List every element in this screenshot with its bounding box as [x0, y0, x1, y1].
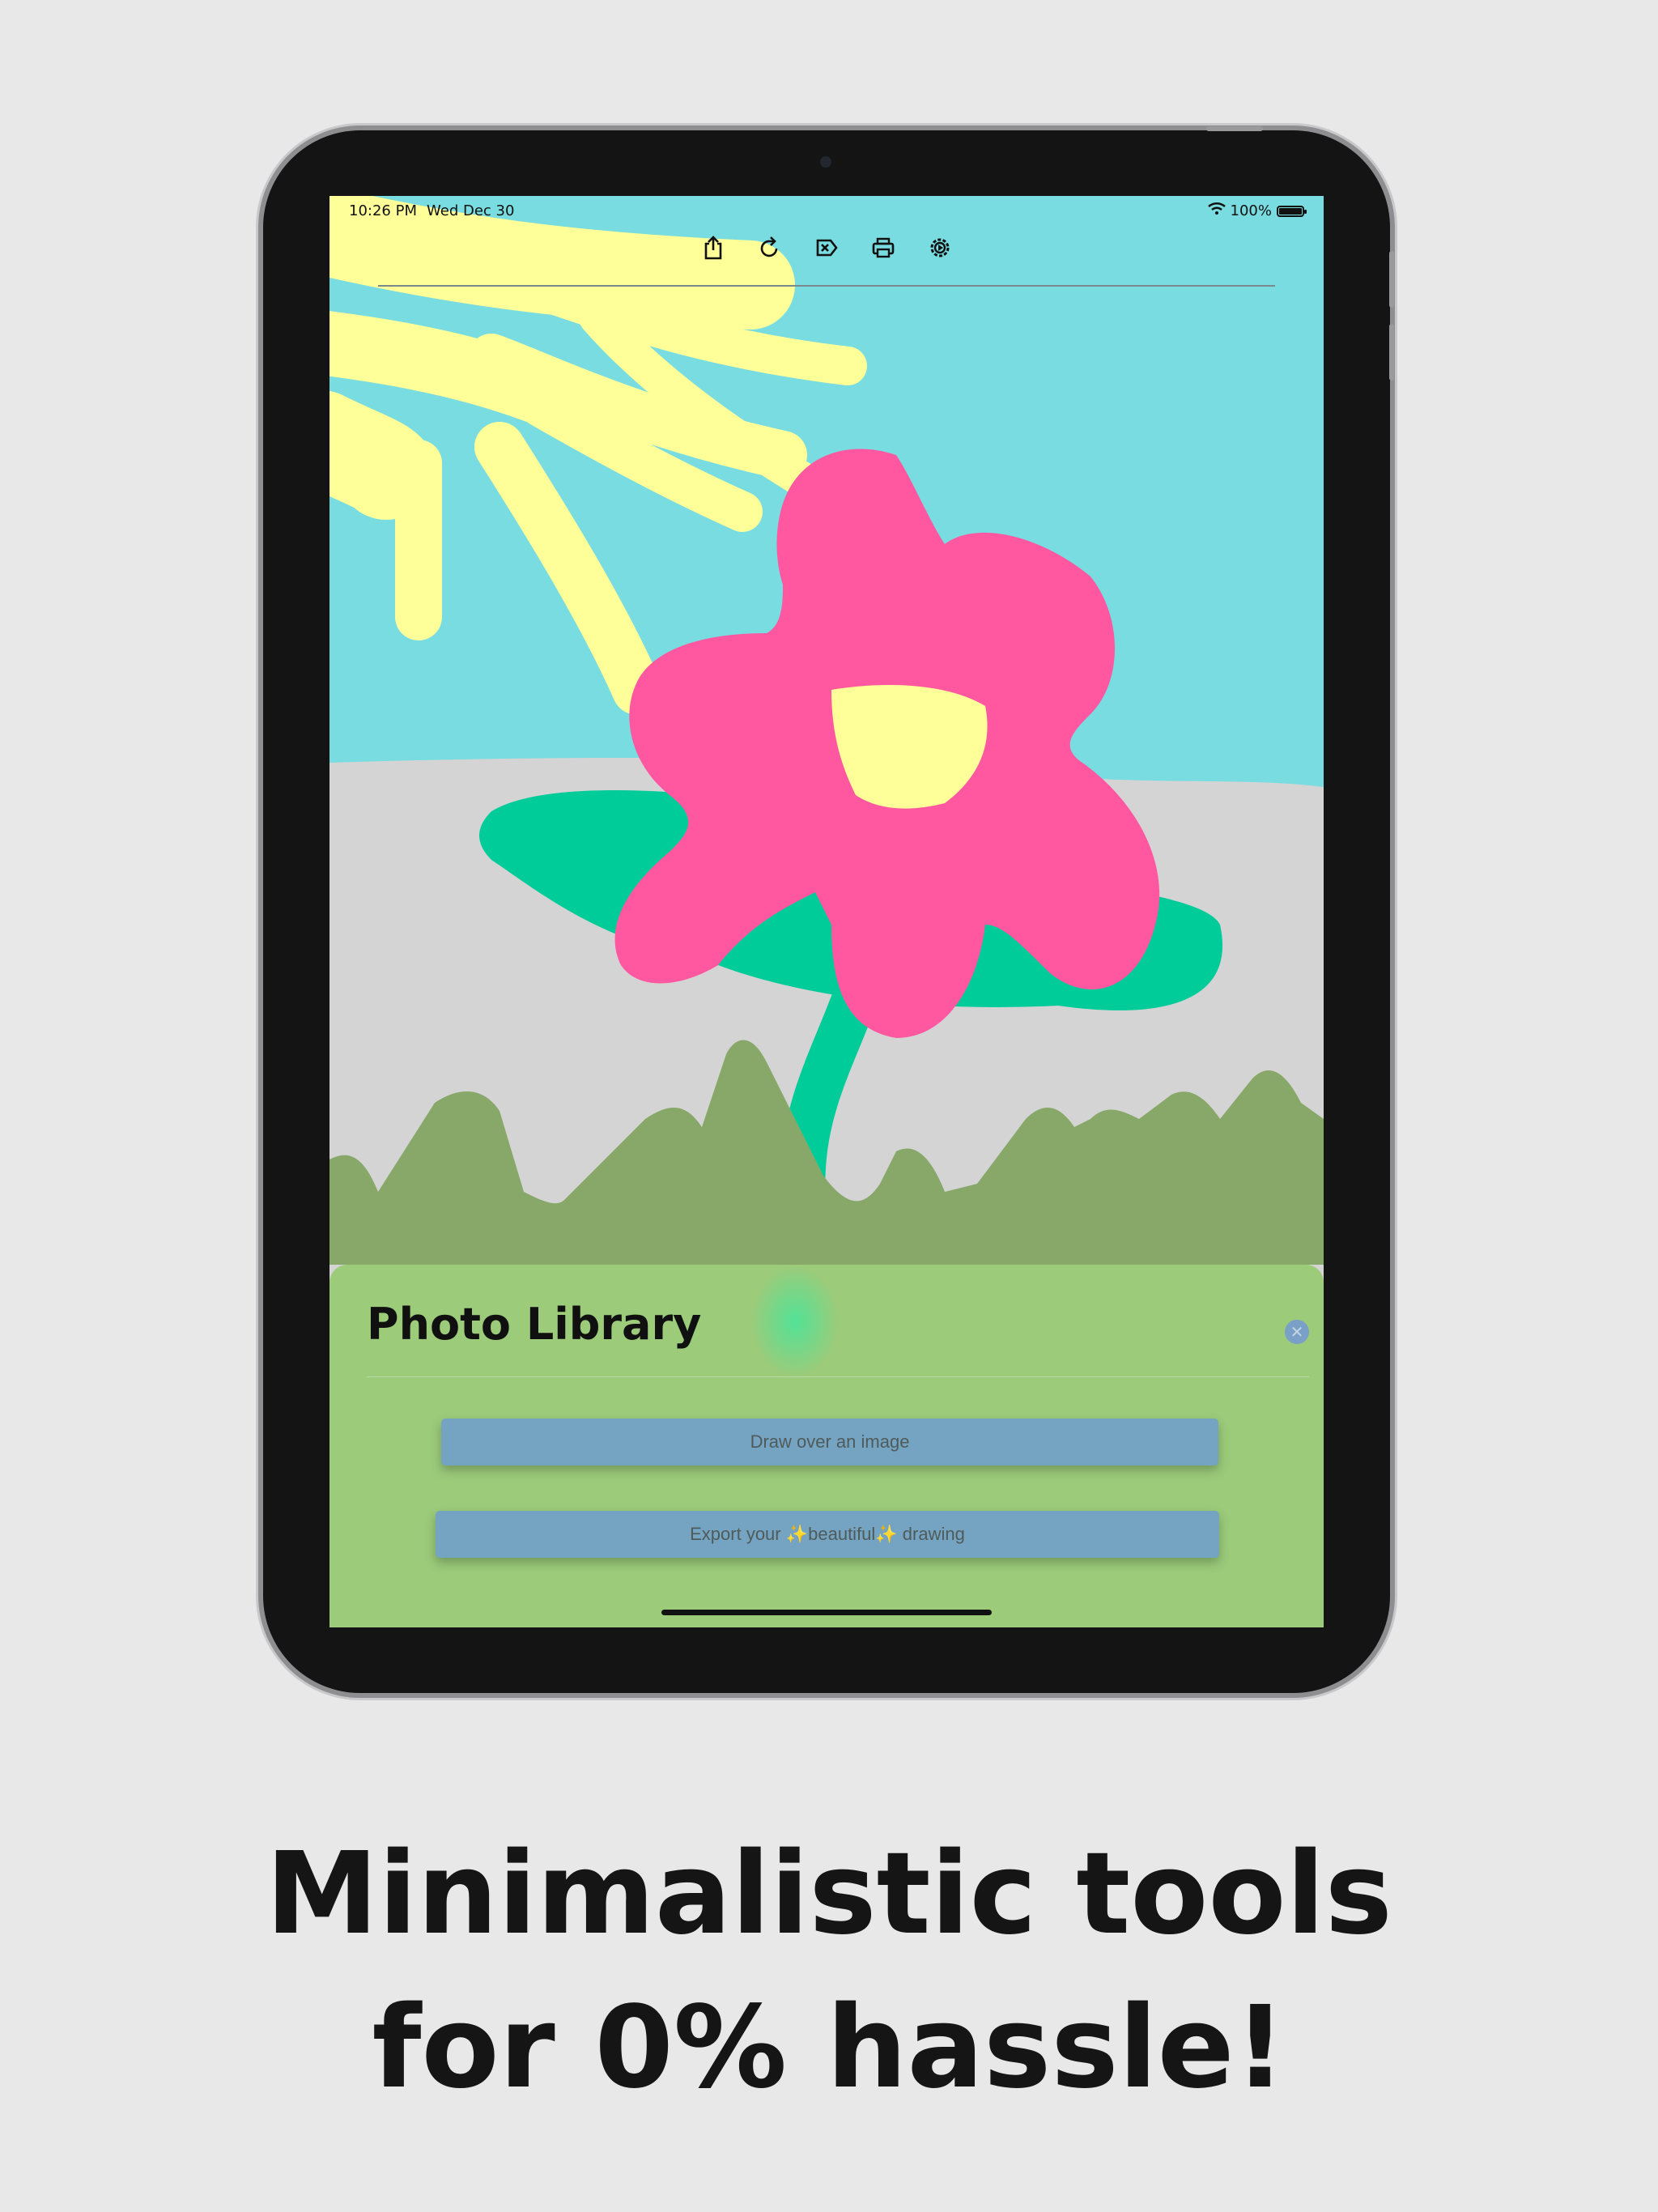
battery-percentage: 100%: [1230, 202, 1272, 219]
status-right: 100%: [1207, 202, 1307, 219]
tagline: Minimalistic tools for 0% hassle!: [0, 1818, 1658, 2125]
status-date: Wed Dec 30: [427, 202, 515, 219]
redo-button[interactable]: [757, 235, 783, 261]
draw-over-image-button[interactable]: Draw over an image: [441, 1419, 1218, 1465]
tagline-line-1: Minimalistic tools: [266, 1828, 1392, 1960]
redo-icon: [760, 236, 778, 257]
sheet-title: Photo Library: [367, 1299, 702, 1350]
share-button[interactable]: [700, 235, 726, 261]
settings-icon: [930, 238, 950, 257]
home-indicator[interactable]: [661, 1610, 992, 1615]
settings-button[interactable]: [927, 235, 953, 261]
photo-library-sheet: Photo Library ✕ Draw over an image Expor…: [329, 1265, 1324, 1627]
print-icon: [872, 237, 895, 258]
toolbar: [329, 235, 1324, 261]
clear-icon: [816, 239, 838, 257]
front-camera: [820, 156, 831, 168]
stem-glow: [750, 1265, 840, 1378]
export-drawing-button[interactable]: Export your ✨beautiful✨ drawing: [436, 1511, 1219, 1558]
status-bar: 10:26 PM Wed Dec 30 100%: [329, 196, 1324, 228]
battery-icon: [1277, 205, 1307, 217]
wifi-icon: [1207, 202, 1226, 219]
volume-up-button: [1389, 251, 1394, 308]
clear-button[interactable]: [814, 235, 840, 261]
top-button: [1206, 126, 1263, 131]
app-screen: 10:26 PM Wed Dec 30 100% Photo Library ✕…: [329, 196, 1324, 1627]
tagline-line-2: for 0% hassle!: [372, 1982, 1286, 2114]
print-button[interactable]: [870, 235, 896, 261]
status-time: 10:26 PM: [349, 202, 417, 219]
sheet-divider: [367, 1376, 1309, 1377]
volume-down-button: [1389, 324, 1394, 381]
close-button[interactable]: ✕: [1285, 1320, 1309, 1344]
toolbar-divider: [378, 285, 1275, 287]
close-icon: ✕: [1290, 1322, 1304, 1342]
share-icon: [704, 236, 722, 260]
